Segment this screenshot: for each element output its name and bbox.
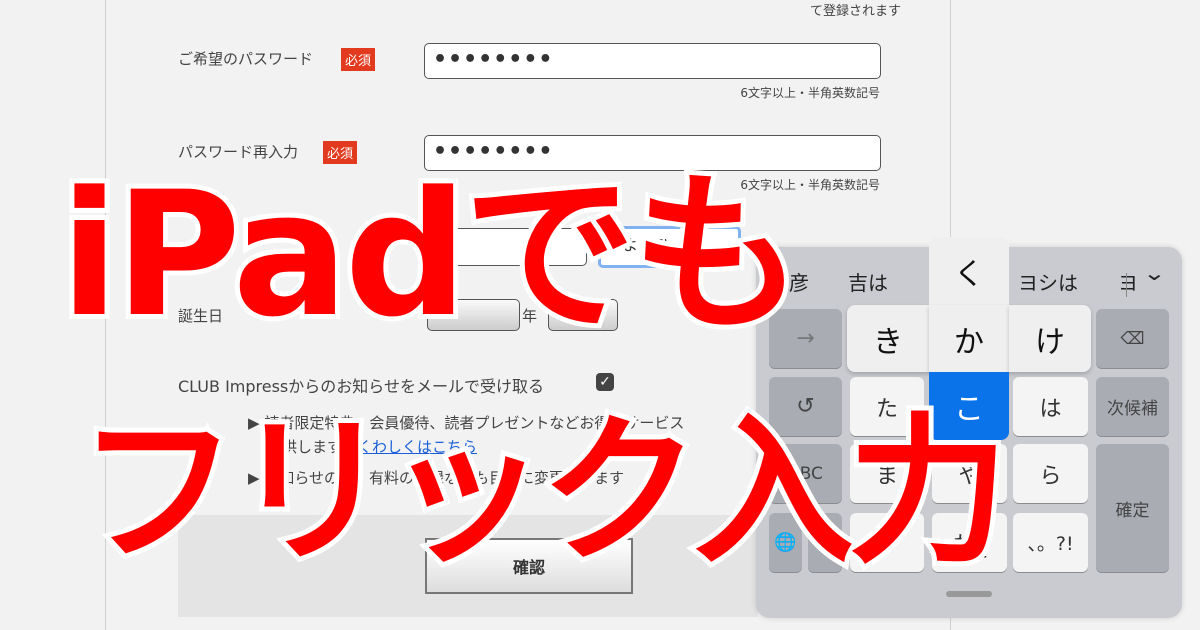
candidate[interactable]: ヨ <box>1118 267 1138 296</box>
flick-up-ku[interactable]: く <box>929 237 1009 305</box>
password-label: ご希望のパスワード <box>178 50 314 68</box>
next-candidate-key[interactable]: 次候補 <box>1096 377 1169 436</box>
key-ha[interactable]: は <box>1013 377 1088 436</box>
candidate[interactable]: 吉は <box>848 267 888 296</box>
flick-center-ka[interactable]: か <box>929 305 1009 372</box>
flick-right-ke[interactable]: け <box>1009 305 1091 372</box>
candidate-divider <box>1126 273 1127 297</box>
required-badge: 必須 <box>341 48 376 71</box>
flick-left-ki[interactable]: き <box>847 305 929 372</box>
chevron-down-icon[interactable]: ⌄ <box>1143 261 1166 285</box>
password-hint: 6文字以上・半角英数記号 <box>740 86 880 100</box>
delete-key[interactable]: ⌫ <box>1096 309 1169 368</box>
punctuation-key[interactable]: 、。?! <box>1013 513 1088 572</box>
key-ra[interactable]: ら <box>1013 444 1088 503</box>
confirm-key[interactable]: 確定 <box>1096 444 1169 572</box>
top-note: て登録されます <box>810 4 902 19</box>
candidate[interactable]: ヨシは <box>1018 267 1078 296</box>
newsletter-checkbox[interactable]: ✓ <box>596 373 614 391</box>
overlay-title-line2: フリック入力 <box>73 393 1013 590</box>
overlay-title-line1: iPadでも <box>55 154 809 355</box>
password-input[interactable]: •••••••• <box>424 43 881 79</box>
